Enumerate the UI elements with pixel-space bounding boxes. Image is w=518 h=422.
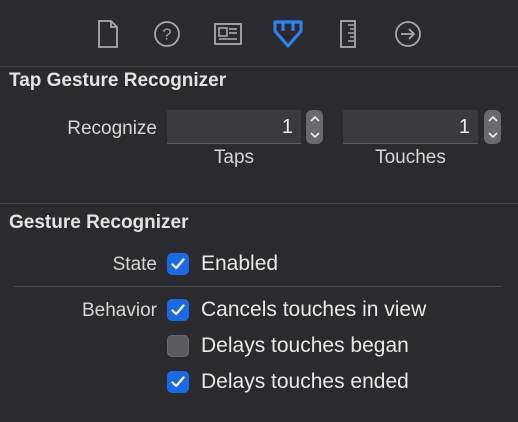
state-behavior-divider: [14, 286, 502, 287]
help-inspector-icon[interactable]: ?: [147, 14, 187, 54]
taps-increment-icon[interactable]: [306, 110, 323, 127]
delays-ended-checkbox[interactable]: [167, 371, 189, 393]
touches-stepper[interactable]: [484, 110, 501, 144]
delays-began-label: Delays touches began: [201, 334, 409, 357]
inspector-tab-bar: ?: [0, 0, 518, 67]
attributes-inspector-icon[interactable]: [268, 14, 308, 54]
connections-inspector-icon[interactable]: [388, 14, 428, 54]
touches-field[interactable]: 1: [343, 110, 478, 144]
state-label: State: [112, 254, 157, 275]
delays-began-checkbox[interactable]: [167, 335, 189, 357]
checkmark-icon: [171, 304, 185, 316]
delays-ended-label: Delays touches ended: [201, 370, 409, 393]
checkmark-icon: [171, 258, 185, 270]
behavior-label: Behavior: [82, 300, 157, 321]
svg-text:?: ?: [163, 27, 172, 44]
tap-gesture-section-title: Tap Gesture Recognizer: [9, 70, 227, 91]
taps-label: Taps: [213, 147, 255, 168]
section-divider: [0, 203, 518, 204]
touches-label: Touches: [375, 147, 446, 168]
touches-decrement-icon[interactable]: [484, 127, 501, 144]
enabled-label: Enabled: [201, 252, 279, 275]
gesture-section-title: Gesture Recognizer: [9, 212, 189, 233]
file-inspector-icon[interactable]: [88, 14, 128, 54]
touches-increment-icon[interactable]: [484, 110, 501, 127]
enabled-checkbox[interactable]: [167, 253, 189, 275]
recognize-label: Recognize: [67, 118, 157, 139]
size-inspector-icon[interactable]: [328, 14, 368, 54]
taps-decrement-icon[interactable]: [306, 127, 323, 144]
taps-stepper[interactable]: [306, 110, 323, 144]
checkmark-icon: [171, 376, 185, 388]
identity-inspector-icon[interactable]: [208, 14, 248, 54]
cancels-touches-label: Cancels touches in view: [201, 298, 427, 321]
taps-field[interactable]: 1: [167, 110, 301, 144]
cancels-touches-checkbox[interactable]: [167, 299, 189, 321]
